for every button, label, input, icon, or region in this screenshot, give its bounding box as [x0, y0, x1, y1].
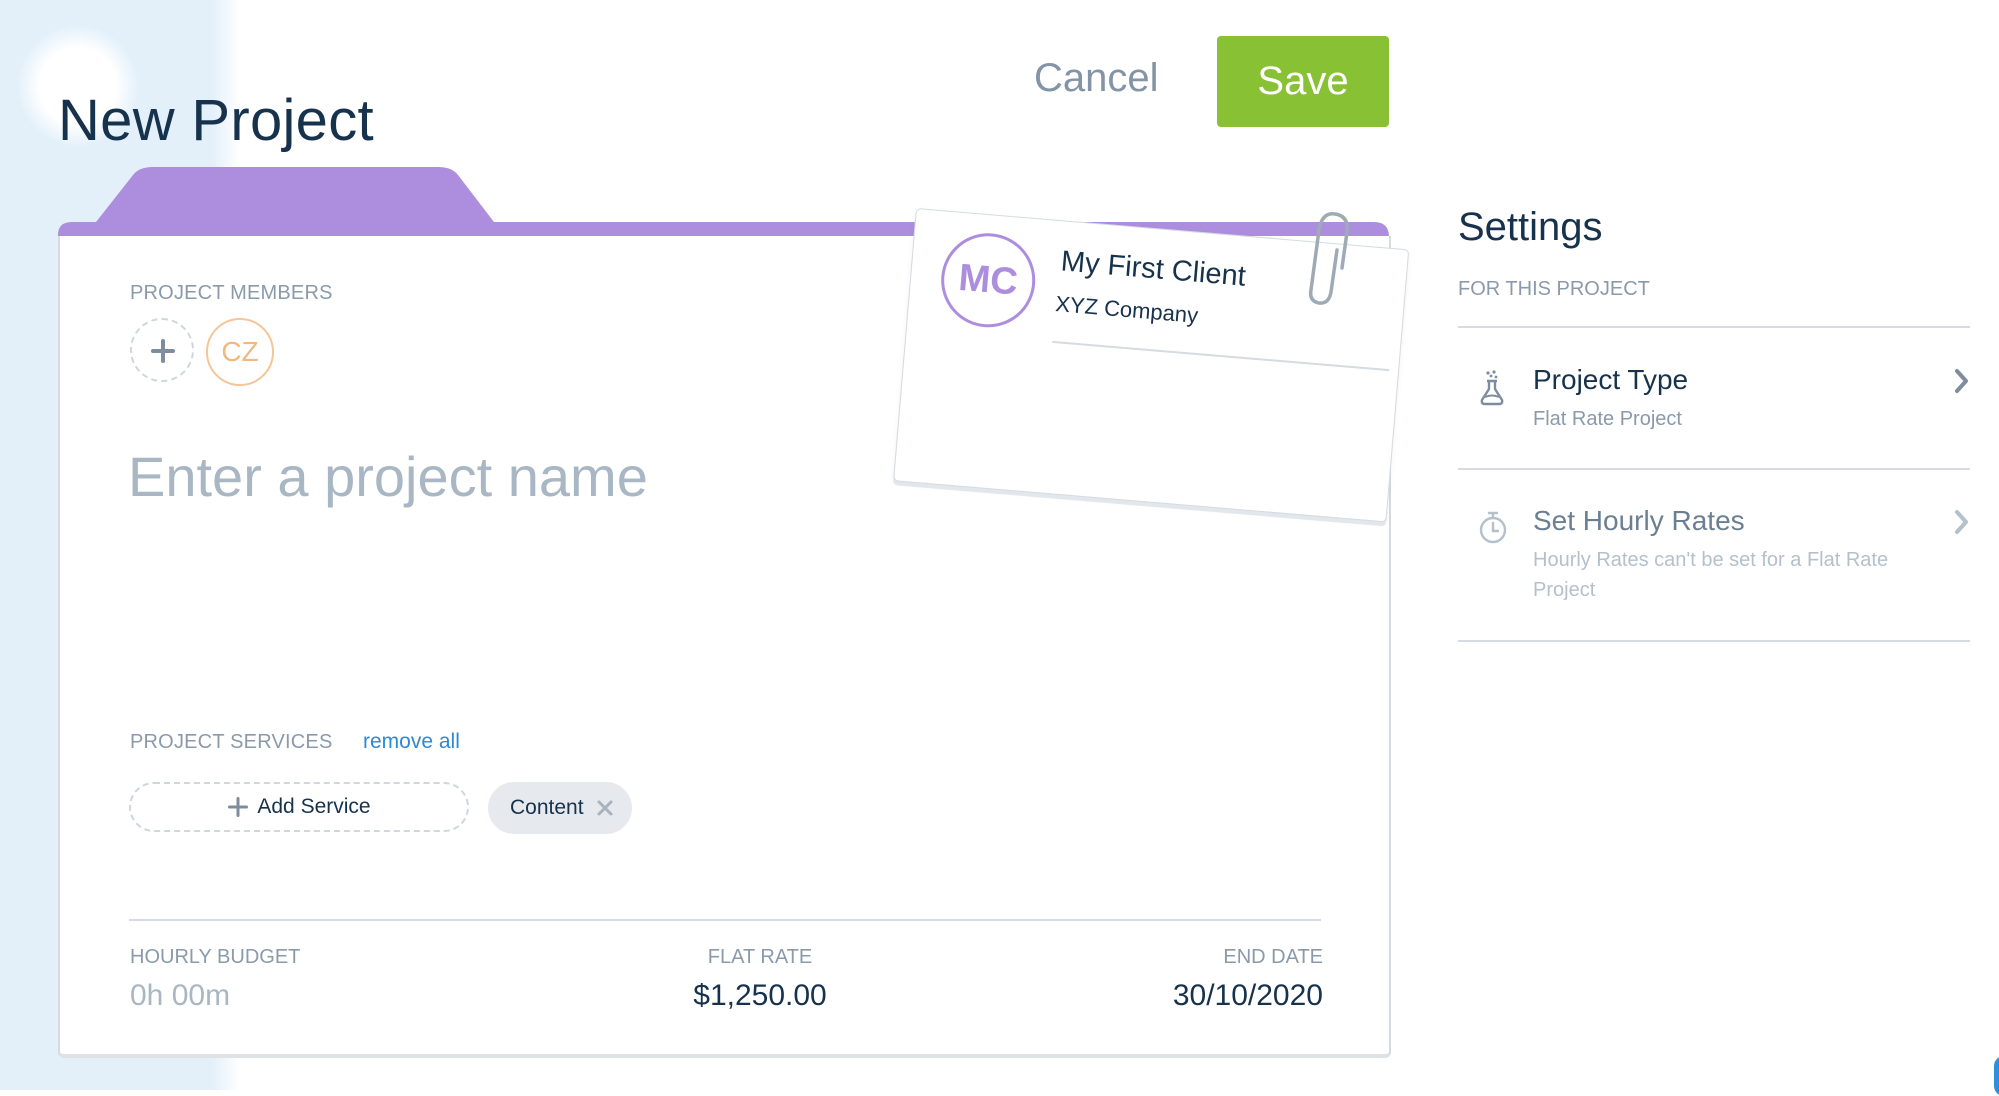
cancel-button[interactable]: Cancel — [1034, 56, 1159, 101]
client-divider — [1052, 340, 1390, 372]
client-name: My First Client — [1059, 245, 1248, 293]
service-chip: Content — [488, 782, 632, 834]
client-avatar: MC — [937, 229, 1039, 332]
paperclip-icon — [1308, 212, 1349, 305]
add-service-label: Add Service — [257, 795, 371, 818]
project-members-label: PROJECT MEMBERS — [130, 282, 333, 304]
settings-divider — [1458, 640, 1970, 642]
flat-rate-value[interactable]: $1,250.00 — [610, 979, 910, 1013]
end-date-value[interactable]: 30/10/2020 — [1173, 979, 1323, 1013]
settings-divider — [1458, 326, 1970, 328]
service-chip-label: Content — [510, 796, 584, 819]
chevron-right-icon — [1954, 368, 1970, 399]
hourly-budget-label: HOURLY BUDGET — [130, 946, 301, 968]
close-icon[interactable] — [596, 799, 614, 817]
client-company: XYZ Company — [1054, 291, 1200, 328]
page-title: New Project — [58, 87, 374, 153]
project-services-label: PROJECT SERVICES — [130, 731, 333, 753]
end-date-field[interactable]: END DATE 30/10/2020 — [1173, 946, 1323, 1013]
flask-icon — [1478, 370, 1506, 411]
flat-rate-label: FLAT RATE — [707, 946, 813, 968]
setting-title: Project Type — [1533, 364, 1689, 395]
add-service-button[interactable]: Add Service — [129, 782, 469, 832]
help-button[interactable] — [1994, 1056, 1999, 1096]
save-button[interactable]: Save — [1217, 36, 1389, 127]
hourly-budget-value[interactable]: 0h 00m — [130, 979, 300, 1013]
hourly-budget-field[interactable]: HOURLY BUDGET 0h 00m — [130, 946, 300, 1013]
setting-title: Set Hourly Rates — [1533, 505, 1745, 536]
setting-description: Flat Rate Project — [1533, 408, 1682, 430]
remove-all-link[interactable]: remove all — [363, 730, 460, 754]
setting-hourly-rates[interactable]: Set Hourly Rates Hourly Rates can't be s… — [1458, 505, 1970, 625]
setting-project-type[interactable]: Project Type Flat Rate Project — [1458, 364, 1970, 454]
end-date-label: END DATE — [1223, 946, 1323, 968]
settings-subtitle: FOR THIS PROJECT — [1458, 278, 1650, 300]
member-avatar[interactable]: CZ — [206, 318, 274, 386]
flat-rate-field[interactable]: FLAT RATE $1,250.00 — [610, 946, 910, 1013]
settings-title: Settings — [1458, 205, 1603, 249]
stopwatch-icon — [1478, 511, 1508, 550]
settings-divider — [1458, 468, 1970, 470]
chevron-right-icon — [1954, 509, 1970, 540]
footer-divider — [129, 919, 1321, 921]
project-name-input[interactable] — [128, 436, 888, 516]
plus-icon — [228, 797, 249, 817]
add-member-button[interactable] — [130, 318, 194, 382]
plus-icon — [151, 339, 175, 363]
setting-description: Hourly Rates can't be set for a Flat Rat… — [1533, 549, 1889, 601]
folder-tab — [58, 167, 1389, 239]
